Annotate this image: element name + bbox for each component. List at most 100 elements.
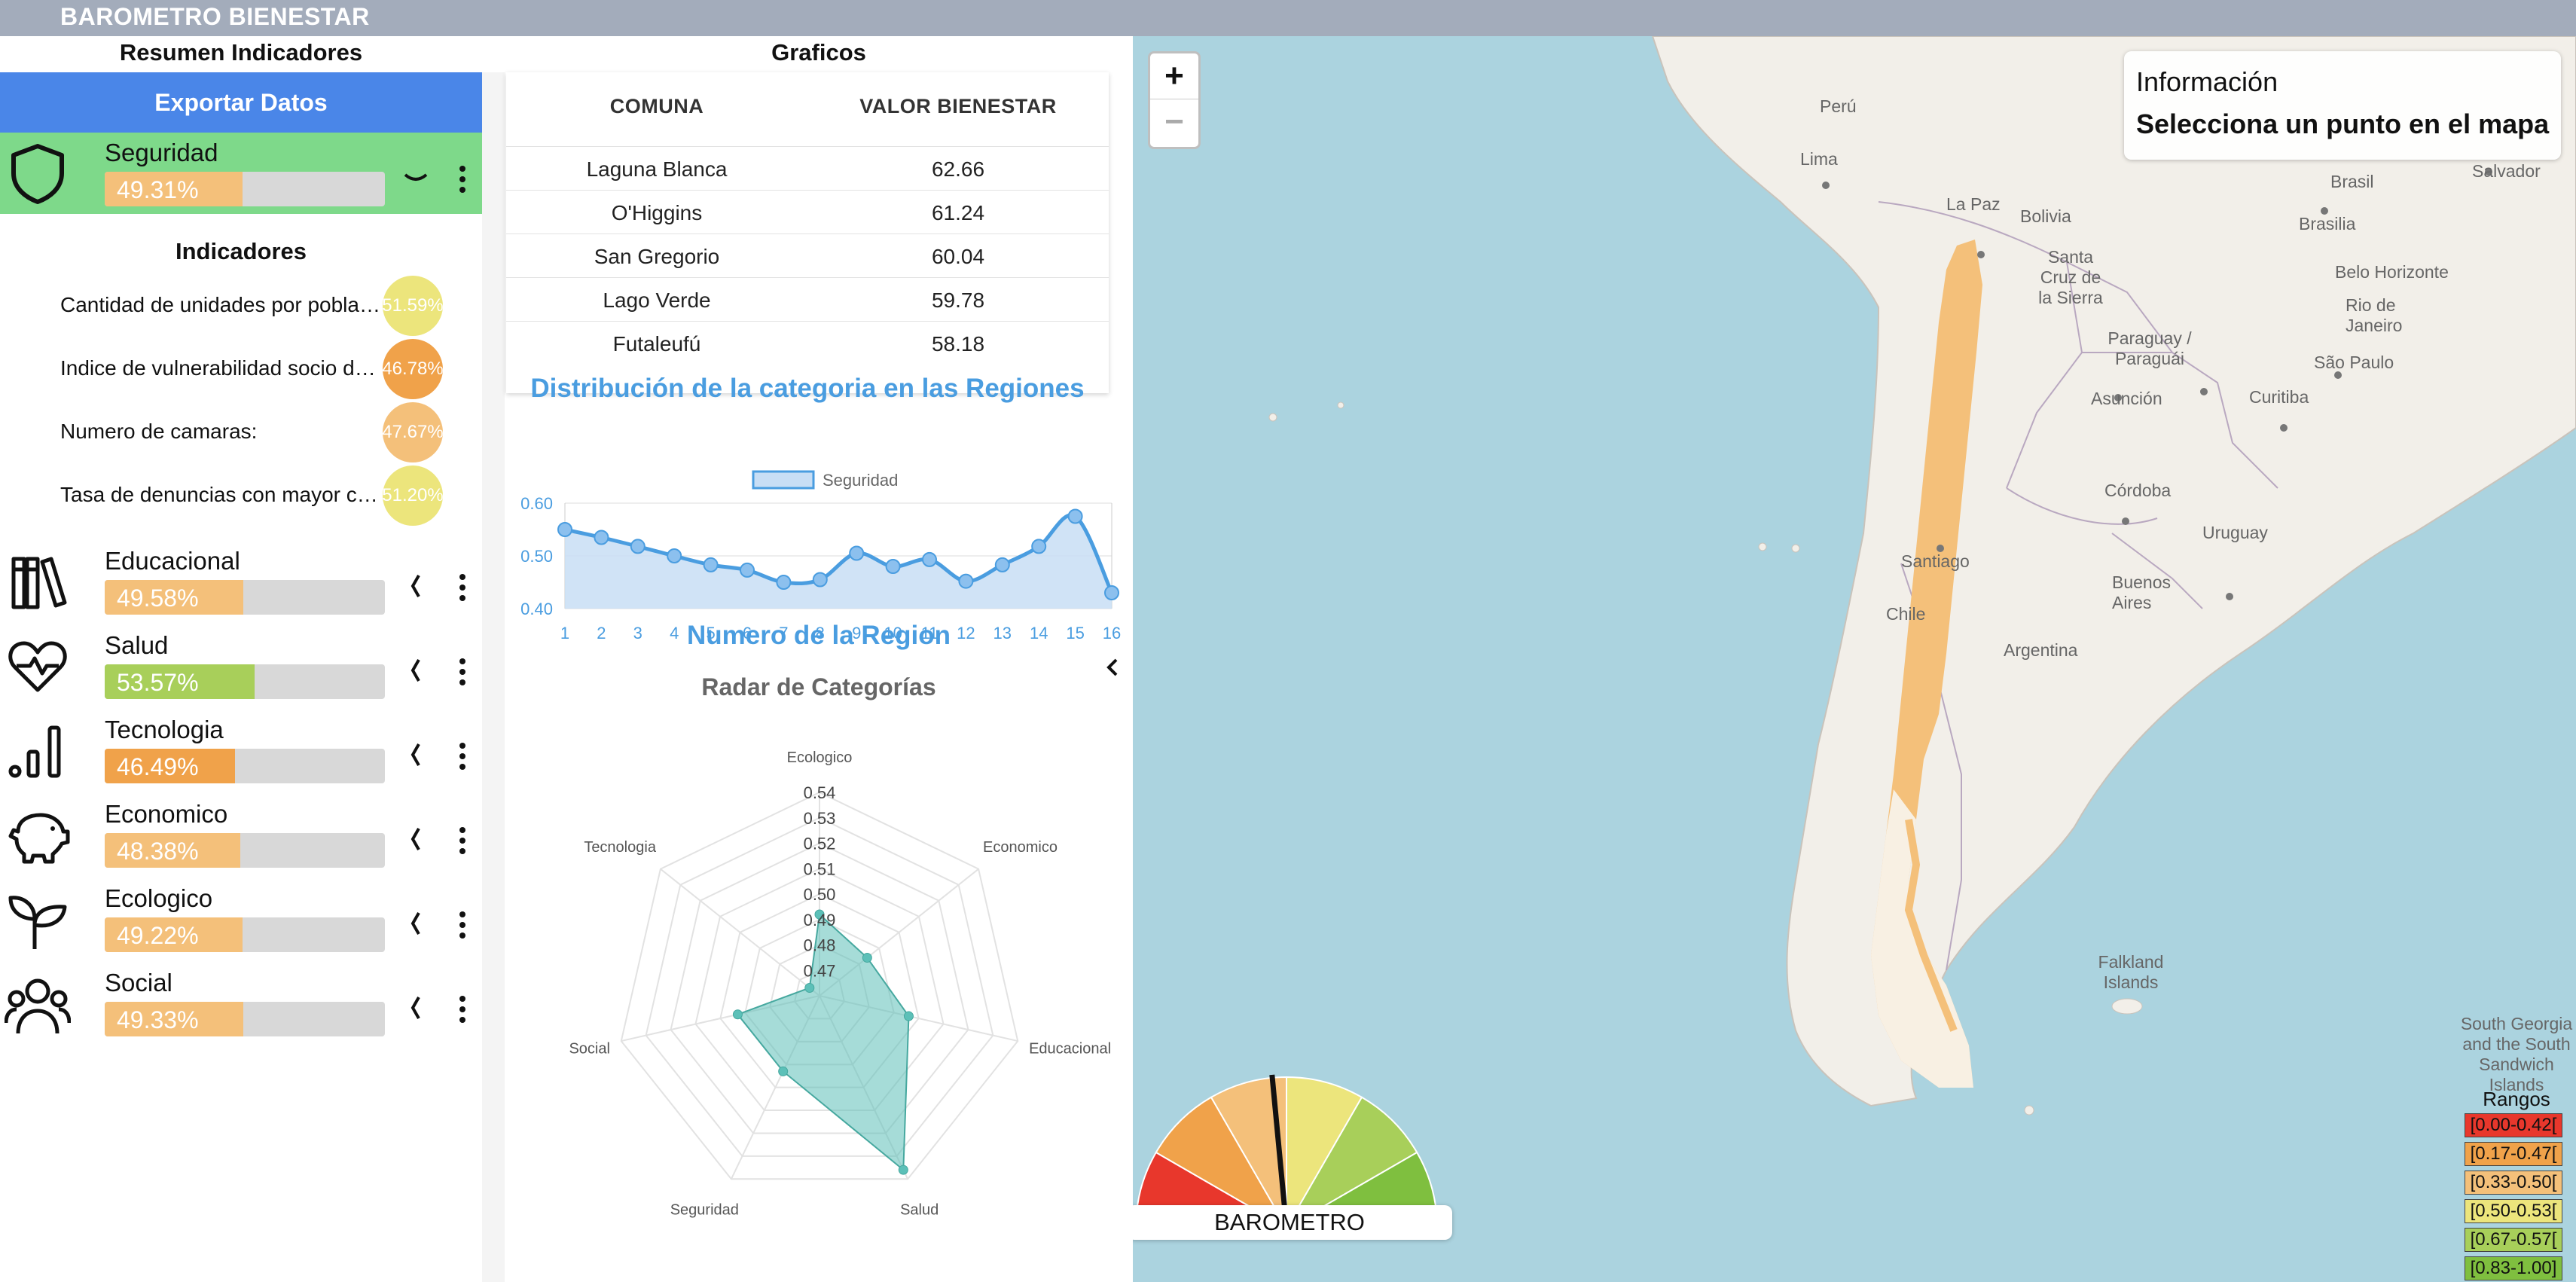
indicator-row[interactable]: Numero de camaras: 47.67% [0, 401, 482, 464]
legend-item: [0.83-1.00] [2465, 1256, 2562, 1280]
series-area [565, 514, 1112, 609]
place-label: Chile [1886, 604, 1926, 624]
radar-axis-label: Economico [983, 839, 1058, 856]
category-salud[interactable]: Salud 53.57% [0, 625, 482, 707]
data-point [958, 573, 974, 589]
radar-tick-label: 0.50 [804, 885, 836, 904]
table-header: COMUNA VALOR BIENESTAR [506, 72, 1109, 140]
charts-title: Graficos [771, 39, 866, 66]
place-label: Falkland Islands [2098, 952, 2164, 992]
column-header-valor[interactable]: VALOR BIENESTAR [807, 95, 1109, 118]
collapse-panel-icon[interactable] [1104, 654, 1122, 688]
kebab-menu-icon[interactable] [449, 740, 476, 773]
category-seguridad[interactable]: Seguridad 49.31% [0, 133, 482, 214]
category-name: Ecologico [105, 884, 213, 912]
kebab-menu-icon[interactable] [449, 908, 476, 942]
place-label: São Paulo [2314, 353, 2394, 372]
column-header-comuna[interactable]: COMUNA [506, 95, 807, 118]
map-view[interactable]: Perú Lima Brasil Salvador Bolivia La Paz… [1133, 36, 2576, 1282]
place-label: La Paz [1946, 194, 2001, 214]
table-cell: 58.18 [931, 332, 985, 356]
place-label: Brasilia [2299, 214, 2356, 234]
data-point [994, 557, 1010, 572]
category-name: Economico [105, 800, 228, 828]
radar-axis-label: Ecologico [787, 749, 853, 766]
category-value: 49.31% [117, 176, 199, 203]
category-value: 46.49% [117, 753, 199, 780]
data-point [667, 548, 682, 563]
place-label: Salvador [2472, 161, 2541, 181]
table-row[interactable]: Laguna Blanca 62.66 [506, 146, 1109, 191]
shield-icon [11, 144, 64, 204]
chevron-left-icon[interactable] [402, 571, 429, 601]
data-point [740, 562, 755, 578]
place-label: Curitiba [2249, 387, 2309, 407]
data-point [1067, 508, 1083, 524]
place-label: Lima [1800, 149, 1838, 169]
line-chart-title: Distribución de la categoria en las Regi… [530, 374, 1085, 403]
summary-title: Resumen Indicadores [119, 39, 363, 66]
chevron-left-icon[interactable] [402, 824, 429, 854]
category-progress-bar: 49.22% [105, 917, 385, 952]
legend-label: Seguridad [823, 471, 898, 490]
indicator-value-badge: 51.59% [383, 276, 443, 336]
kebab-menu-icon[interactable] [449, 993, 476, 1026]
radar-tick-label: 0.53 [804, 809, 836, 828]
place-label: Buenos Aires [2112, 572, 2172, 612]
line-chart-xlabel: Numero de la Region [686, 621, 951, 650]
data-point [1031, 539, 1047, 554]
zoom-control: + − [1148, 51, 1201, 149]
chevron-left-icon[interactable] [402, 655, 429, 685]
category-educacional[interactable]: Educacional 49.58% [0, 541, 482, 622]
zoom-in-button[interactable]: + [1150, 53, 1198, 99]
category-tecnologia[interactable]: Tecnologia 46.49% [0, 710, 482, 791]
radar-point [778, 1066, 789, 1076]
legend-item: [0.33-0.50[ [2465, 1171, 2562, 1195]
table-cell: 60.04 [931, 245, 985, 268]
category-social[interactable]: Social 49.33% [0, 963, 482, 1044]
legend-item: [0.00-0.42[ [2465, 1113, 2562, 1137]
kebab-menu-icon[interactable] [449, 824, 476, 857]
category-name: Seguridad [105, 139, 218, 166]
indicator-row[interactable]: Indice de vulnerabilidad socio delictual… [0, 337, 482, 401]
kebab-menu-icon[interactable] [449, 655, 476, 688]
indicator-row[interactable]: Tasa de denuncias con mayor connotacion … [0, 464, 482, 527]
radar-tick-label: 0.52 [804, 835, 836, 853]
category-progress-bar: 49.58% [105, 580, 385, 615]
app-title: BAROMETRO BIENESTAR [60, 3, 370, 30]
table-row[interactable]: Lago Verde 59.78 [506, 277, 1109, 322]
indicator-row[interactable]: Cantidad de unidades por poblacion 51.59… [0, 274, 482, 337]
y-tick-label: 0.60 [520, 494, 553, 513]
chevron-left-icon[interactable] [402, 908, 429, 939]
table-row[interactable]: San Gregorio 60.04 [506, 234, 1109, 278]
category-ecologico[interactable]: Ecologico 49.22% [0, 878, 482, 960]
data-point [885, 559, 901, 574]
place-label: Uruguay [2202, 523, 2268, 542]
radar-point [804, 982, 815, 993]
info-title: Información [2136, 66, 2278, 97]
place-label: Bolivia [2020, 206, 2071, 226]
indicator-label: Cantidad de unidades por poblacion [60, 293, 384, 316]
barometer-label: BAROMETRO [1133, 1205, 1452, 1240]
radar-axis-label: Salud [900, 1202, 939, 1219]
indicator-label: Tasa de denuncias con mayor connotacion … [60, 483, 384, 506]
table-row[interactable]: O'Higgins 61.24 [506, 190, 1109, 234]
radar-axis-label: Educacional [1029, 1040, 1111, 1057]
category-economico[interactable]: Economico 48.38% [0, 794, 482, 875]
zoom-out-button[interactable]: − [1150, 99, 1198, 145]
table-row[interactable]: Futaleufú 58.18 [506, 321, 1109, 365]
kebab-menu-icon[interactable] [449, 163, 476, 196]
sprout-icon [8, 896, 67, 949]
chevron-down-icon[interactable] [402, 163, 429, 193]
signal-bars-icon [8, 725, 61, 778]
kebab-menu-icon[interactable] [449, 571, 476, 604]
chevron-left-icon[interactable] [402, 993, 429, 1023]
export-data-button[interactable]: Exportar Datos [0, 72, 482, 133]
chevron-left-icon[interactable] [402, 740, 429, 770]
radar-point [862, 952, 872, 963]
data-point [594, 530, 609, 545]
category-value: 48.38% [117, 838, 199, 865]
place-label: Rio de Janeiro [2346, 295, 2403, 335]
legend-item: [0.67-0.57[ [2465, 1228, 2562, 1252]
category-value: 49.58% [117, 585, 199, 612]
